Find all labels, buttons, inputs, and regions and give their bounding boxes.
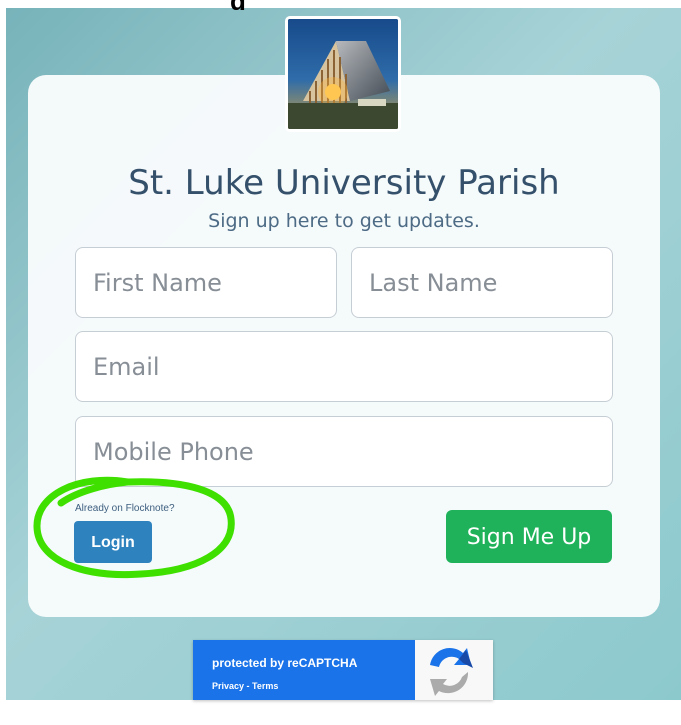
recaptcha-protected-text: protected by reCAPTCHA: [212, 656, 358, 670]
recaptcha-logo-panel: [415, 640, 493, 700]
church-photo-icon: [288, 19, 398, 129]
last-name-input[interactable]: [351, 247, 613, 318]
mobile-phone-input[interactable]: [75, 416, 613, 487]
recaptcha-links: Privacy - Terms: [212, 681, 278, 691]
already-on-flocknote-text: Already on Flocknote?: [75, 503, 175, 514]
link-separator: -: [244, 681, 253, 691]
clipped-heading: g: [230, 0, 330, 10]
terms-link[interactable]: Terms: [252, 681, 278, 691]
login-button[interactable]: Login: [74, 521, 152, 563]
signup-page: g: [0, 0, 681, 725]
sign-me-up-button[interactable]: Sign Me Up: [446, 510, 612, 563]
bottom-strip: [0, 700, 681, 725]
signup-subtitle: Sign up here to get updates.: [208, 210, 480, 232]
privacy-link[interactable]: Privacy: [212, 681, 244, 691]
parish-name: St. Luke University Parish: [128, 163, 560, 203]
recaptcha-text-panel: protected by reCAPTCHA Privacy - Terms: [193, 640, 415, 700]
email-input[interactable]: [75, 331, 613, 402]
recaptcha-badge: protected by reCAPTCHA Privacy - Terms: [193, 640, 493, 700]
recaptcha-logo-icon: [430, 648, 473, 696]
parish-photo: [285, 16, 401, 132]
first-name-input[interactable]: [75, 247, 337, 318]
